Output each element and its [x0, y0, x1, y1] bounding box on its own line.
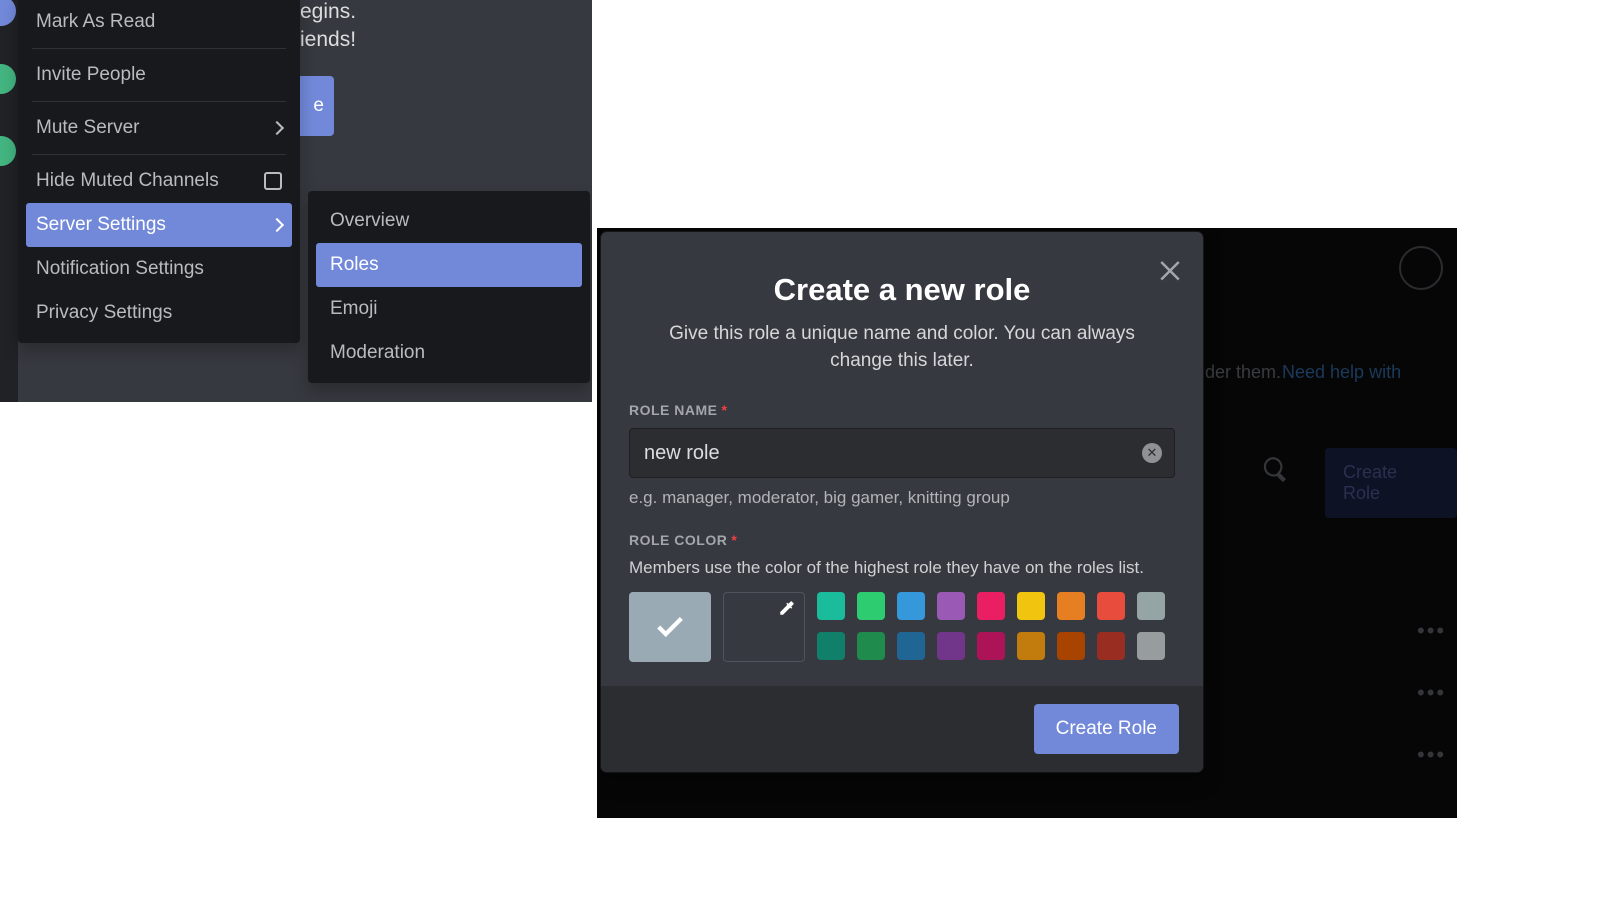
color-swatch[interactable] — [1057, 632, 1085, 660]
welcome-text-fragment: iends! — [300, 26, 356, 54]
color-swatch[interactable] — [977, 632, 1005, 660]
ctx-item-label: Mute Server — [36, 117, 139, 139]
color-swatch[interactable] — [1017, 592, 1045, 620]
color-swatch[interactable] — [1017, 632, 1045, 660]
color-swatch[interactable] — [817, 592, 845, 620]
modal-footer: Create Role — [601, 686, 1203, 772]
row-more-icon[interactable]: ••• — [1417, 742, 1446, 768]
guild-icon[interactable] — [0, 136, 16, 166]
checkbox-icon[interactable] — [264, 172, 282, 190]
ctx-item-label: Privacy Settings — [36, 302, 172, 324]
roles-help-link-fragment[interactable]: Need help with — [1282, 362, 1401, 383]
server-settings-submenu: OverviewRolesEmojiModeration — [308, 191, 590, 383]
role-name-label: ROLE NAME* — [629, 402, 1175, 418]
server-context-menu: Mark As Read Invite People Mute Server Hide… — [18, 0, 300, 343]
ctx-item-mark-as-read[interactable]: Mark As Read — [26, 0, 292, 44]
ctx-item-invite-people[interactable]: Invite People — [26, 53, 292, 97]
welcome-text-fragment: egins. — [300, 0, 356, 26]
color-swatch[interactable] — [937, 632, 965, 660]
ctx-item-label: Invite People — [36, 64, 146, 86]
submenu-item-moderation[interactable]: Moderation — [316, 331, 582, 375]
color-swatch[interactable] — [937, 592, 965, 620]
clear-input-icon[interactable]: ✕ — [1142, 443, 1162, 463]
ctx-item-label: Hide Muted Channels — [36, 170, 219, 192]
create-role-submit-button[interactable]: Create Role — [1034, 704, 1179, 754]
color-swatch[interactable] — [1137, 592, 1165, 620]
ctx-item-mute-server[interactable]: Mute Server — [26, 106, 292, 150]
menu-divider — [32, 101, 286, 102]
color-swatch[interactable] — [1097, 632, 1125, 660]
menu-divider — [32, 154, 286, 155]
guild-icon[interactable] — [0, 64, 16, 94]
ctx-item-label: Mark As Read — [36, 11, 155, 33]
create-role-button-bg[interactable]: Create Role — [1325, 448, 1457, 518]
roles-hint-fragment: der them. — [1205, 362, 1281, 383]
ctx-item-privacy-settings[interactable]: Privacy Settings — [26, 291, 292, 335]
check-icon — [653, 610, 687, 644]
guild-icon[interactable] — [0, 0, 16, 26]
color-swatch[interactable] — [1057, 592, 1085, 620]
menu-divider — [32, 48, 286, 49]
chevron-right-icon — [270, 218, 284, 232]
ctx-item-label: Server Settings — [36, 214, 166, 236]
color-swatch[interactable] — [977, 592, 1005, 620]
search-icon[interactable] — [1262, 456, 1294, 488]
guild-rail — [0, 0, 18, 402]
color-swatch[interactable] — [1097, 592, 1125, 620]
chevron-right-icon — [270, 121, 284, 135]
modal-subtitle: Give this role a unique name and color. … — [629, 320, 1175, 374]
color-swatch[interactable] — [817, 632, 845, 660]
color-swatch[interactable] — [1137, 632, 1165, 660]
create-role-modal: Create a new role Give this role a uniqu… — [601, 232, 1203, 772]
role-name-input[interactable] — [644, 442, 1128, 465]
role-color-desc: Members use the color of the highest rol… — [629, 558, 1175, 578]
ctx-item-notification-settings[interactable]: Notification Settings — [26, 247, 292, 291]
color-swatch-grid — [817, 592, 1165, 662]
ctx-item-label: Notification Settings — [36, 258, 204, 280]
submenu-item-overview[interactable]: Overview — [316, 199, 582, 243]
color-swatch[interactable] — [897, 632, 925, 660]
submenu-item-emoji[interactable]: Emoji — [316, 287, 582, 331]
role-name-hint: e.g. manager, moderator, big gamer, knit… — [629, 488, 1175, 508]
submenu-item-roles[interactable]: Roles — [316, 243, 582, 287]
color-swatch[interactable] — [857, 632, 885, 660]
right-screenshot-region: der them. Need help with Create Role •••… — [597, 228, 1457, 818]
partial-button[interactable]: e — [300, 76, 334, 136]
ctx-item-hide-muted[interactable]: Hide Muted Channels — [26, 159, 292, 203]
left-screenshot-region: egins. iends! e Mark As Read Invite Peopl… — [0, 0, 592, 402]
color-custom-swatch[interactable] — [723, 592, 805, 662]
row-more-icon[interactable]: ••• — [1417, 680, 1446, 706]
role-color-label: ROLE COLOR* — [629, 532, 1175, 548]
modal-title: Create a new role — [629, 272, 1175, 308]
eyedropper-icon — [778, 599, 796, 617]
close-icon[interactable] — [1155, 254, 1185, 284]
color-swatch[interactable] — [897, 592, 925, 620]
color-swatch[interactable] — [857, 592, 885, 620]
row-more-icon[interactable]: ••• — [1417, 618, 1446, 644]
color-picker — [629, 592, 1175, 662]
color-default-swatch[interactable] — [629, 592, 711, 662]
role-name-input-wrap: ✕ — [629, 428, 1175, 478]
close-settings-circle-icon[interactable] — [1399, 246, 1443, 290]
ctx-item-server-settings[interactable]: Server Settings — [26, 203, 292, 247]
